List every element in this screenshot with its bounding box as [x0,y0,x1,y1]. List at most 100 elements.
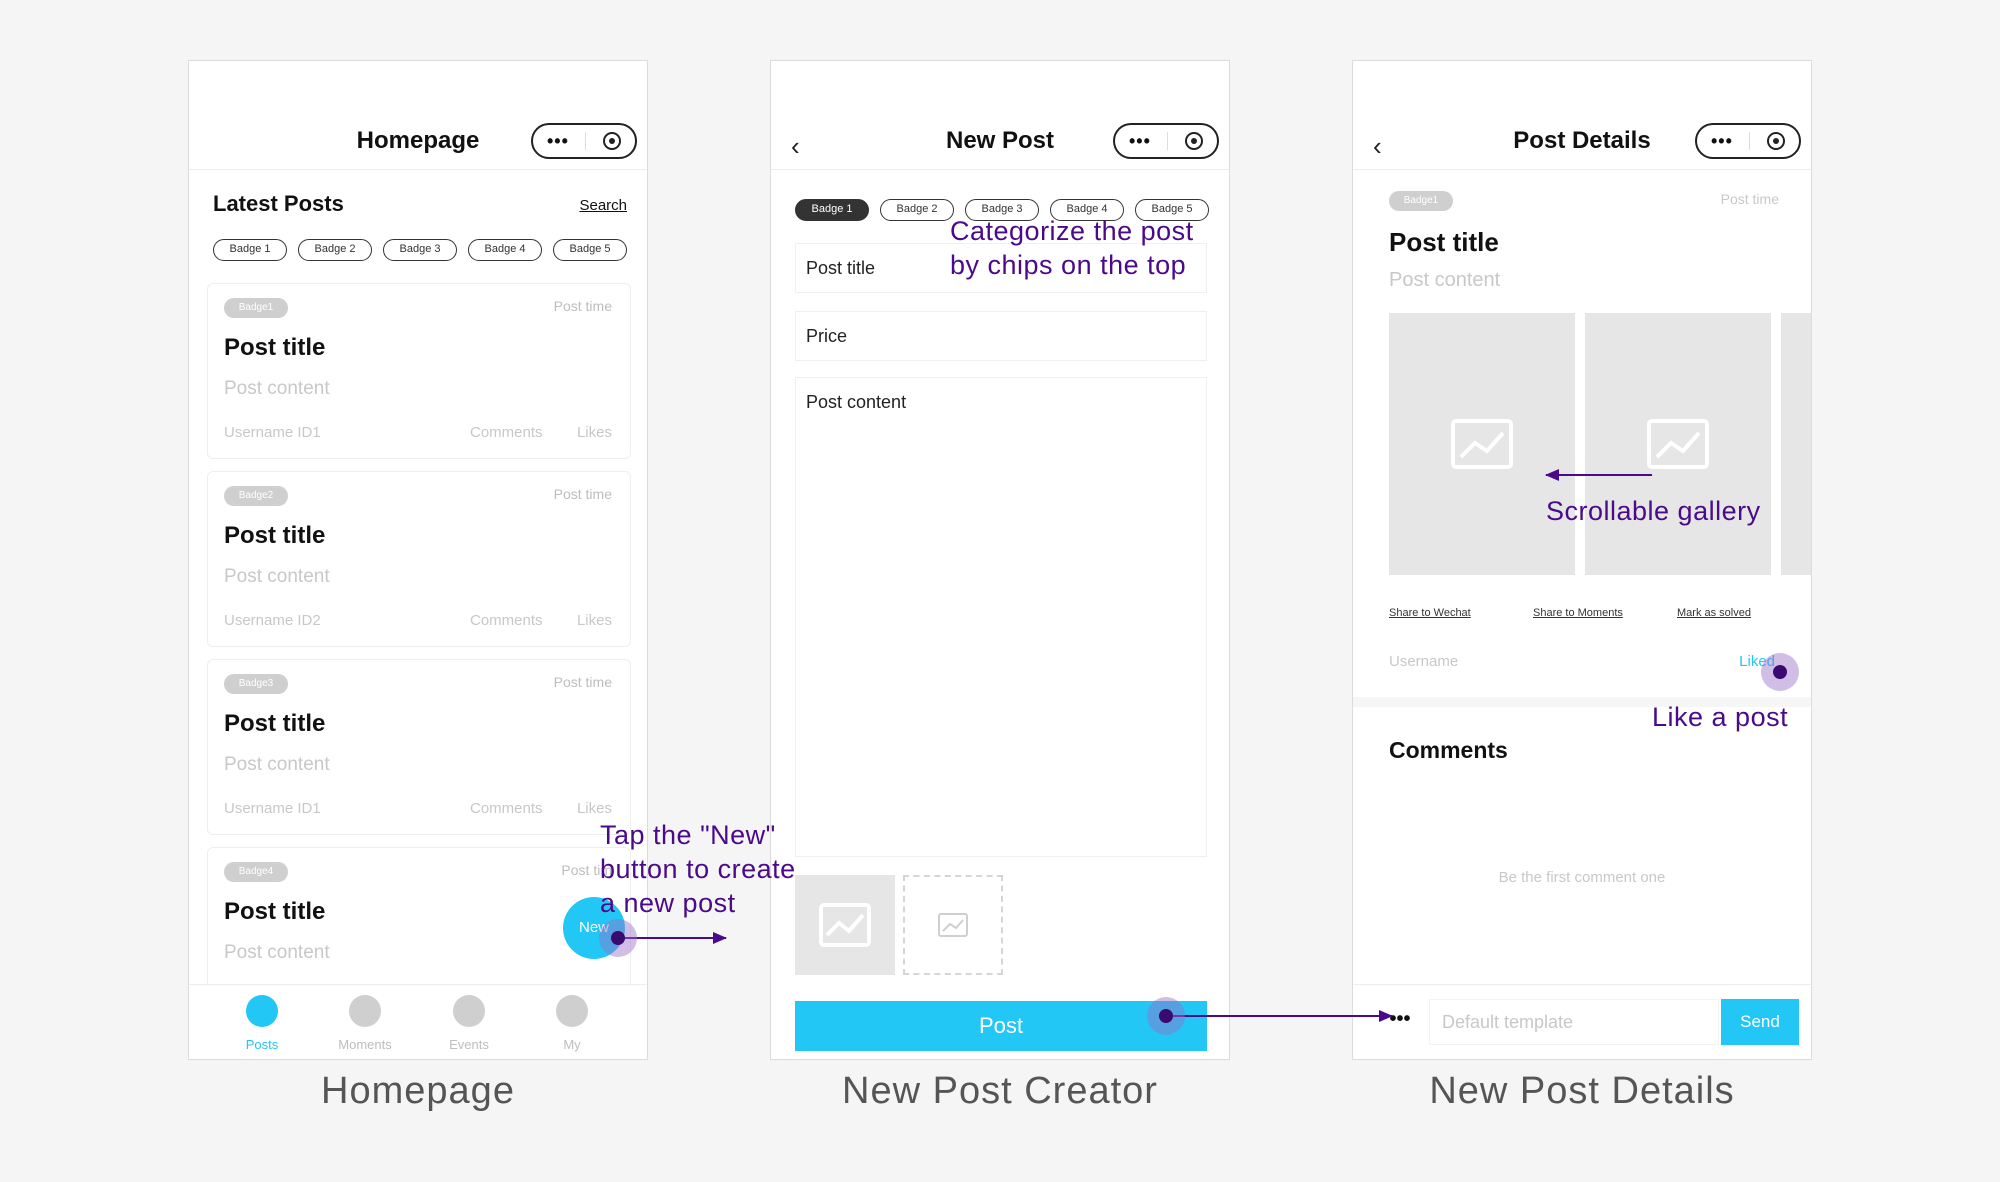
post-time: Post time [553,298,612,314]
post-time: Post time [553,486,612,502]
capsule-divider [585,132,586,150]
post-badge: Badge2 [224,486,288,506]
chip-badge-5[interactable]: Badge 5 [553,239,627,261]
post-comments: Comments [470,800,543,817]
post-likes: Likes [576,612,612,629]
share-moments-link[interactable]: Share to Moments [1533,607,1623,619]
new-post-screen: ‹ New Post ••• Badge 1 Badge 2 Badge 3 B… [770,60,1230,1060]
post-details-screen: ‹ Post Details ••• Badge1 Post time Post… [1352,60,1812,1060]
nav-divider [771,169,1229,170]
caption-homepage: Homepage [321,1070,515,1112]
post-content: Post content [224,942,330,963]
post-title: Post title [224,522,326,549]
annotation-tap-new: Tap the "New" button to create a new pos… [600,818,796,920]
more-icon[interactable]: ••• [1129,131,1151,152]
post-title: Post title [224,898,326,925]
homepage-screen: Homepage ••• Latest Posts Search Badge 1… [188,60,648,1060]
empty-comments-text: Be the first comment one [1498,869,1666,886]
tap-indicator [1761,653,1799,691]
chip-badge-1[interactable]: Badge 1 [213,239,287,261]
post-username: Username ID1 [224,424,321,441]
share-wechat-link[interactable]: Share to Wechat [1389,607,1471,619]
gallery-image[interactable] [1389,313,1575,575]
tab-my[interactable]: My [532,995,612,1052]
price-field[interactable]: Price [795,311,1207,361]
chip-badge-3[interactable]: Badge 3 [383,239,457,261]
capsule-divider [1749,132,1750,150]
more-icon[interactable]: ••• [1711,131,1733,152]
comments-title: Comments [1389,737,1508,763]
tab-label: Events [449,1037,489,1052]
post-card[interactable]: Badge1 Post time Post title Post content… [207,283,631,459]
annotation-line: Categorize the post [950,216,1194,246]
annotation-line: a new post [600,888,736,918]
image-add-icon [938,913,968,937]
events-tab-icon [453,995,485,1027]
mark-solved-link[interactable]: Mark as solved [1677,607,1751,619]
tap-indicator [1147,997,1185,1035]
post-content: Post content [224,566,330,587]
post-content: Post content [224,378,330,399]
uploaded-image[interactable] [795,875,895,975]
gallery-image[interactable] [1585,313,1771,575]
caption-new-post-creator: New Post Creator [842,1070,1158,1112]
chip-badge-1[interactable]: Badge 1 [795,199,869,221]
tab-moments[interactable]: Moments [325,995,405,1052]
post-title: Post title [224,710,326,737]
annotation-gallery: Scrollable gallery [1546,496,1761,526]
post-content-field[interactable]: Post content [795,377,1207,857]
post-username: Username ID1 [224,800,321,817]
mini-program-capsule[interactable]: ••• [1695,123,1801,159]
post-badge: Badge1 [1389,191,1453,211]
post-time: Post time [1720,191,1779,207]
annotation-like: Like a post [1652,702,1789,732]
add-image-slot[interactable] [903,875,1003,975]
comment-bar: ••• Default template Send [1353,984,1811,1059]
post-comments: Comments [470,612,543,629]
tab-events[interactable]: Events [429,995,509,1052]
comment-input[interactable]: Default template [1429,999,1719,1045]
image-placeholder-icon [1647,419,1709,469]
post-time: Post time [553,674,612,690]
post-comments: Comments [470,424,543,441]
close-target-icon[interactable] [603,132,621,150]
tab-posts[interactable]: Posts [222,995,302,1052]
post-badge: Badge3 [224,674,288,694]
nav-divider [1353,169,1811,170]
username: Username [1389,653,1459,670]
post-card[interactable]: Badge3 Post time Post title Post content… [207,659,631,835]
image-placeholder-icon [819,903,871,947]
tap-indicator [599,919,637,957]
posts-tab-icon [246,995,278,1027]
post-button[interactable]: Post [795,1001,1207,1051]
post-title: Post title [1389,227,1499,257]
mini-program-capsule[interactable]: ••• [531,123,637,159]
send-button[interactable]: Send [1721,999,1799,1045]
more-icon[interactable]: ••• [1377,999,1423,1045]
mini-program-capsule[interactable]: ••• [1113,123,1219,159]
post-content: Post content [1389,269,1501,291]
chip-badge-2[interactable]: Badge 2 [298,239,372,261]
tab-bar: Posts Moments Events My [189,984,647,1059]
post-username: Username ID2 [224,612,321,629]
close-target-icon[interactable] [1185,132,1203,150]
chip-badge-4[interactable]: Badge 4 [468,239,542,261]
tab-label: Moments [338,1037,392,1052]
image-placeholder-icon [1451,419,1513,469]
moments-tab-icon [349,995,381,1027]
post-likes: Likes [576,424,612,441]
post-content: Post content [224,754,330,775]
caption-new-post-details: New Post Details [1429,1070,1735,1112]
annotation-categorize: Categorize the post by chips on the top [950,214,1194,282]
close-target-icon[interactable] [1767,132,1785,150]
gallery-image[interactable] [1781,313,1811,575]
post-badge: Badge1 [224,298,288,318]
chip-badge-2[interactable]: Badge 2 [880,199,954,221]
post-card[interactable]: Badge2 Post time Post title Post content… [207,471,631,647]
tab-label: My [563,1037,581,1052]
capsule-divider [1167,132,1168,150]
more-icon[interactable]: ••• [547,131,569,152]
nav-divider [189,169,647,170]
post-likes: Likes [576,800,612,817]
search-link[interactable]: Search [579,197,627,214]
